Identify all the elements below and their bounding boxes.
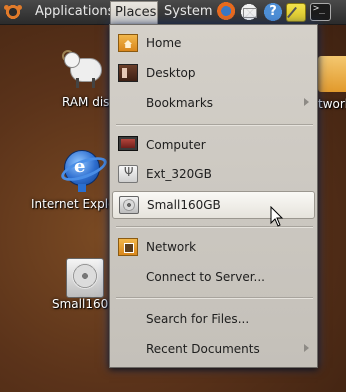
menu-item-search-for-files[interactable]: Search for Files... [112, 306, 315, 334]
usb-glyph: Ψ [124, 165, 134, 179]
firefox-icon[interactable] [214, 2, 236, 22]
ram-sheep-icon[interactable] [62, 48, 106, 88]
menu-separator [116, 124, 313, 126]
menu-item-small160gb-label: Small160GB [147, 198, 221, 212]
ubuntu-logo-icon[interactable] [4, 3, 22, 21]
help-icon[interactable]: ? [262, 2, 284, 22]
menu-item-computer[interactable]: Computer [112, 132, 315, 160]
menu-item-home[interactable]: Home [112, 30, 315, 58]
menu-item-ext-320gb-label: Ext_320GB [146, 167, 212, 181]
submenu-arrow-icon [304, 98, 309, 106]
menu-item-desktop[interactable]: Desktop [112, 60, 315, 88]
menu-item-computer-label: Computer [146, 138, 206, 152]
menu-item-bookmarks-label: Bookmarks [146, 96, 214, 110]
menu-item-recent-documents[interactable]: Recent Documents [112, 336, 315, 364]
menu-item-connect-to-server-label: Connect to Server... [146, 270, 265, 284]
applications-menu[interactable]: Applications [31, 2, 118, 22]
mail-icon[interactable] [238, 2, 260, 22]
menu-item-search-for-files-label: Search for Files... [146, 312, 250, 326]
menu-item-network-label: Network [146, 240, 197, 254]
menu-item-connect-to-server[interactable]: Connect to Server... [112, 264, 315, 292]
network-folder-icon [118, 238, 138, 256]
places-menu[interactable]: Places [110, 1, 158, 24]
hard-drive-icon [119, 196, 139, 214]
terminal-icon[interactable]: >_ [310, 3, 331, 21]
top-panel: Applications Places System ? >_ [0, 0, 346, 25]
home-folder-icon [118, 34, 138, 52]
menu-item-small160gb[interactable]: Small160GB [112, 191, 315, 219]
desktop-icon-network-label[interactable]: twork [318, 97, 346, 111]
computer-icon [118, 136, 138, 151]
menu-separator [116, 297, 313, 299]
network-folder-icon[interactable] [318, 56, 346, 92]
hard-drive-icon[interactable] [66, 258, 104, 298]
menu-item-ext-320gb[interactable]: Ψ Ext_320GB [112, 161, 315, 189]
desktop-icon-small160-label[interactable]: Small160 [52, 297, 108, 311]
menu-item-bookmarks[interactable]: Bookmarks [112, 90, 315, 118]
internet-explorer-icon[interactable]: e [58, 148, 110, 192]
terminal-glyph: >_ [313, 3, 326, 14]
menu-item-recent-documents-label: Recent Documents [146, 342, 260, 356]
menu-item-home-label: Home [146, 36, 182, 50]
submenu-arrow-icon [304, 344, 309, 352]
notes-icon[interactable] [286, 3, 306, 22]
mouse-pointer-icon [270, 206, 284, 227]
desktop-icon-ram-disk-label[interactable]: RAM dis [62, 95, 109, 109]
places-dropdown-menu: Home Desktop Bookmarks Computer Ψ Ext_32… [109, 24, 318, 368]
system-menu[interactable]: System [160, 2, 216, 22]
usb-drive-icon: Ψ [118, 165, 138, 183]
menu-item-network[interactable]: Network [112, 234, 315, 262]
desktop-icon-internet-explorer-label[interactable]: Internet Explo [31, 197, 115, 211]
desktop-folder-icon [118, 64, 138, 82]
menu-item-desktop-label: Desktop [146, 66, 196, 80]
